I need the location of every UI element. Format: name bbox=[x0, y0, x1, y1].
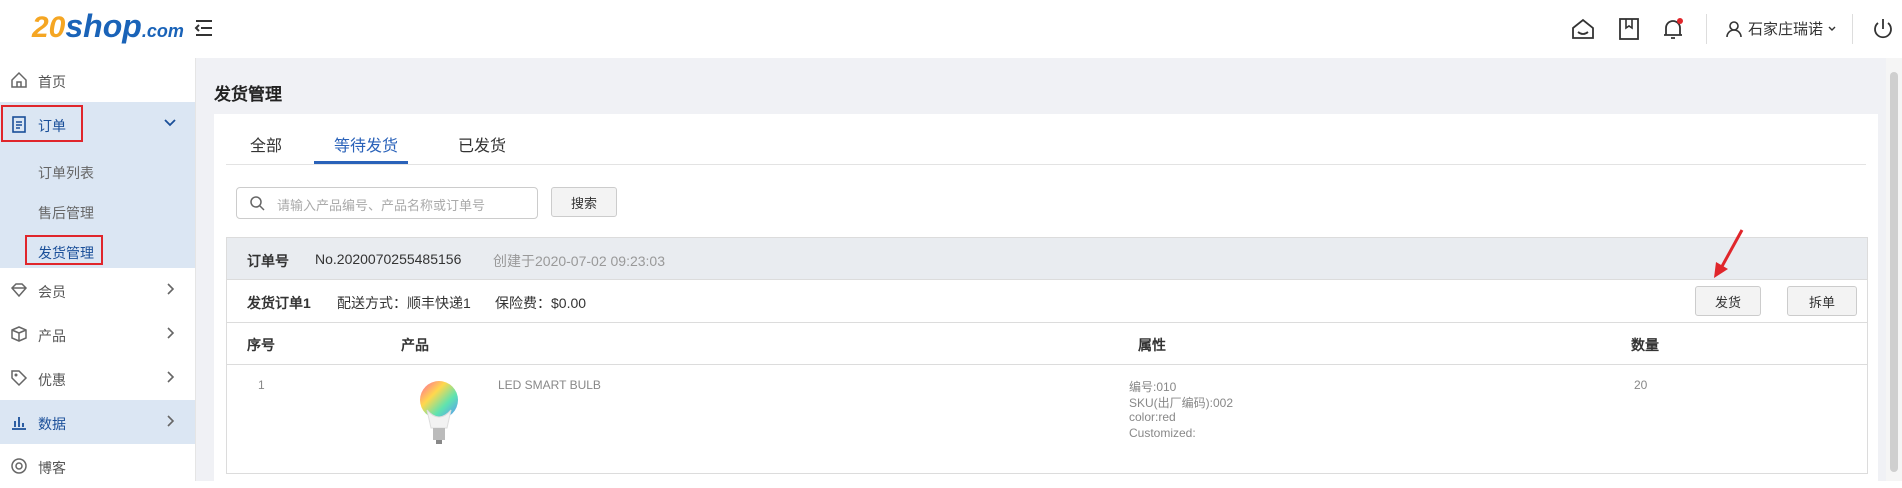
sidebar-item-home[interactable]: 首页 bbox=[0, 58, 195, 102]
logo-prefix: 20 bbox=[32, 11, 66, 44]
box-icon bbox=[11, 326, 27, 342]
attr-sku: SKU(出厂编码):002 bbox=[1129, 396, 1234, 410]
sidebar-item-promotion[interactable]: 优惠 bbox=[0, 356, 195, 400]
page-scrollbar[interactable] bbox=[1886, 58, 1902, 481]
shipment-label: 发货订单1 bbox=[247, 295, 311, 311]
sidebar-item-label: 首页 bbox=[38, 74, 66, 90]
bar-chart-icon bbox=[12, 417, 26, 430]
content-panel: 全部 等待发货 已发货 请输入产品编号、产品名称或订单号 搜索 订单号 No.2… bbox=[214, 114, 1878, 481]
menu-toggle-icon[interactable] bbox=[192, 16, 216, 40]
product-bulb-image bbox=[420, 381, 458, 444]
logo-text: shop bbox=[65, 8, 142, 44]
attr-code: 编号:010 bbox=[1129, 380, 1177, 394]
order-no-label: 订单号 bbox=[247, 253, 289, 269]
submenu-after-sales[interactable]: 售后管理 bbox=[38, 203, 94, 223]
sidebar-item-blog[interactable]: 博客 bbox=[0, 444, 195, 488]
table-row: 1 LED SMART BULB 编号:010 SKU(出厂编码):002 co… bbox=[227, 365, 1867, 473]
sidebar: 首页 订单 订单列表 售后管理 发货管理 会员 产品 优惠 数据 博客 bbox=[0, 58, 196, 481]
page-title: 发货管理 bbox=[214, 85, 282, 104]
site-logo[interactable]: 20shop.com bbox=[32, 8, 184, 48]
shipping-method: 配送方式：顺丰快递1 bbox=[337, 295, 471, 311]
row-index: 1 bbox=[258, 378, 265, 392]
notification-bell-icon[interactable] bbox=[1660, 16, 1686, 42]
col-attributes: 属性 bbox=[1138, 337, 1166, 353]
sidebar-item-label: 产品 bbox=[38, 328, 66, 344]
user-name: 石家庄瑞诺 bbox=[1748, 21, 1824, 38]
row-quantity: 20 bbox=[1634, 378, 1648, 392]
tag-icon bbox=[11, 370, 28, 387]
shipment-row: 发货订单1 配送方式：顺丰快递1 保险费：$0.00 发货 拆单 bbox=[227, 280, 1867, 323]
highlight-box bbox=[25, 235, 103, 265]
attr-color: color:red bbox=[1129, 410, 1176, 424]
header-divider bbox=[1852, 14, 1853, 44]
sidebar-item-data[interactable]: 数据 bbox=[0, 400, 195, 444]
store-home-icon[interactable] bbox=[1570, 16, 1596, 42]
items-table-header: 序号 产品 属性 数量 bbox=[227, 323, 1867, 365]
attr-customized: Customized: bbox=[1129, 426, 1196, 440]
sidebar-item-member[interactable]: 会员 bbox=[0, 268, 195, 312]
order-card: 订单号 No.2020070255485156 创建于2020-07-02 09… bbox=[226, 237, 1868, 474]
insurance-fee: 保险费：$0.00 bbox=[495, 295, 587, 311]
ship-button[interactable]: 发货 bbox=[1695, 286, 1761, 316]
header-divider bbox=[1706, 14, 1707, 44]
sidebar-item-label: 会员 bbox=[38, 284, 66, 300]
annotation-arrow-icon bbox=[1714, 229, 1744, 278]
search-input[interactable]: 请输入产品编号、产品名称或订单号 bbox=[236, 187, 538, 219]
top-header: 20shop.com 石家庄瑞诺 bbox=[0, 0, 1902, 59]
search-placeholder: 请输入产品编号、产品名称或订单号 bbox=[277, 198, 486, 213]
split-order-button[interactable]: 拆单 bbox=[1787, 286, 1857, 316]
sidebar-item-label: 数据 bbox=[38, 416, 66, 432]
chevron-right-icon bbox=[167, 327, 175, 339]
scrollbar-thumb[interactable] bbox=[1890, 72, 1898, 472]
user-icon bbox=[1726, 20, 1742, 37]
chevron-down-icon bbox=[164, 119, 176, 127]
order-created-time: 创建于2020-07-02 09:23:03 bbox=[493, 253, 665, 269]
chevron-right-icon bbox=[167, 371, 175, 383]
tab-pending-shipment[interactable]: 等待发货 bbox=[334, 132, 398, 156]
col-quantity: 数量 bbox=[1631, 337, 1659, 353]
blog-icon bbox=[11, 458, 27, 474]
tab-shipped[interactable]: 已发货 bbox=[458, 132, 506, 156]
tab-all[interactable]: 全部 bbox=[250, 132, 282, 156]
order-header: 订单号 No.2020070255485156 创建于2020-07-02 09… bbox=[227, 238, 1867, 280]
bookmark-book-icon[interactable] bbox=[1616, 16, 1642, 42]
power-icon[interactable] bbox=[1870, 16, 1896, 42]
product-name[interactable]: LED SMART BULB bbox=[498, 378, 601, 392]
col-index: 序号 bbox=[247, 337, 275, 353]
main-content: 发货管理 全部 等待发货 已发货 请输入产品编号、产品名称或订单号 搜索 订单号… bbox=[196, 58, 1902, 481]
chevron-right-icon bbox=[167, 415, 175, 427]
search-icon bbox=[250, 196, 265, 211]
search-button[interactable]: 搜索 bbox=[551, 187, 617, 217]
logo-suffix: .com bbox=[141, 21, 184, 41]
tab-bar: 全部 等待发货 已发货 bbox=[226, 114, 1866, 165]
highlight-box bbox=[1, 105, 83, 142]
sidebar-item-product[interactable]: 产品 bbox=[0, 312, 195, 356]
chevron-right-icon bbox=[167, 283, 175, 295]
home-icon bbox=[11, 71, 27, 88]
chevron-down-icon bbox=[1828, 26, 1836, 31]
active-tab-indicator bbox=[314, 161, 408, 164]
sidebar-item-label: 博客 bbox=[38, 460, 66, 476]
user-menu[interactable]: 石家庄瑞诺 bbox=[1724, 18, 1837, 39]
sidebar-item-label: 优惠 bbox=[38, 372, 66, 388]
diamond-icon bbox=[10, 283, 28, 298]
order-no-value: No.2020070255485156 bbox=[315, 251, 462, 267]
col-product: 产品 bbox=[401, 337, 429, 353]
submenu-order-list[interactable]: 订单列表 bbox=[38, 163, 94, 183]
